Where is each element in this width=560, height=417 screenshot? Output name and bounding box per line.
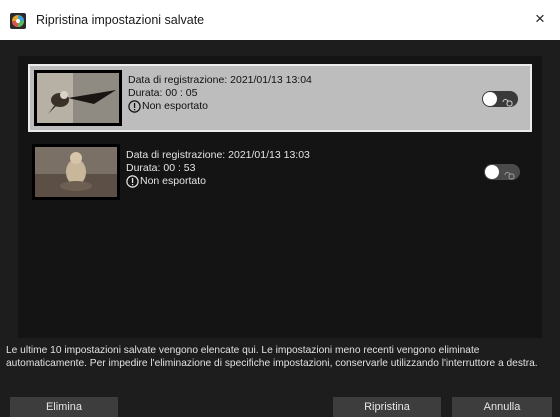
recorded-date: Data di registrazione: 2021/01/13 13:04 bbox=[128, 74, 312, 86]
duration: Durata: 00 : 53 bbox=[126, 162, 196, 174]
title-bar: Ripristina impostazioni salvate × bbox=[0, 0, 560, 40]
toggle-knob bbox=[485, 165, 499, 179]
export-status: Non esportato bbox=[128, 100, 312, 113]
list-item[interactable]: Data di registrazione: 2021/01/13 13:04 … bbox=[28, 64, 532, 132]
lock-icon bbox=[503, 167, 515, 180]
export-status: Non esportato bbox=[126, 175, 310, 188]
keep-toggle[interactable] bbox=[482, 91, 518, 107]
cancel-button[interactable]: Annulla bbox=[452, 397, 552, 417]
export-status-text: Non esportato bbox=[142, 100, 208, 112]
restore-button[interactable]: Ripristina bbox=[333, 397, 441, 417]
item-info: Data di registrazione: 2021/01/13 13:03 … bbox=[126, 149, 310, 188]
exclamation-circle-icon bbox=[128, 100, 141, 113]
export-status-text: Non esportato bbox=[140, 175, 206, 187]
list-item[interactable]: Data di registrazione: 2021/01/13 13:03 … bbox=[28, 144, 532, 212]
item-info: Data di registrazione: 2021/01/13 13:04 … bbox=[128, 74, 312, 113]
close-icon[interactable]: × bbox=[520, 0, 560, 40]
delete-button[interactable]: Elimina bbox=[10, 397, 118, 417]
recorded-date: Data di registrazione: 2021/01/13 13:03 bbox=[126, 149, 310, 161]
toggle-knob bbox=[483, 92, 497, 106]
window-title: Ripristina impostazioni salvate bbox=[36, 13, 205, 27]
saved-settings-list: Data di registrazione: 2021/01/13 13:04 … bbox=[18, 56, 542, 338]
duration: Durata: 00 : 05 bbox=[128, 87, 198, 99]
keep-toggle[interactable] bbox=[484, 164, 520, 180]
help-text: Le ultime 10 impostazioni salvate vengon… bbox=[6, 345, 538, 369]
thumbnail-bird bbox=[34, 70, 122, 126]
app-icon bbox=[10, 13, 26, 29]
thumbnail-prairie-dog bbox=[32, 144, 120, 200]
lock-icon bbox=[501, 94, 513, 107]
restore-settings-dialog: Ripristina impostazioni salvate × Data d… bbox=[0, 0, 560, 417]
exclamation-circle-icon bbox=[126, 175, 139, 188]
